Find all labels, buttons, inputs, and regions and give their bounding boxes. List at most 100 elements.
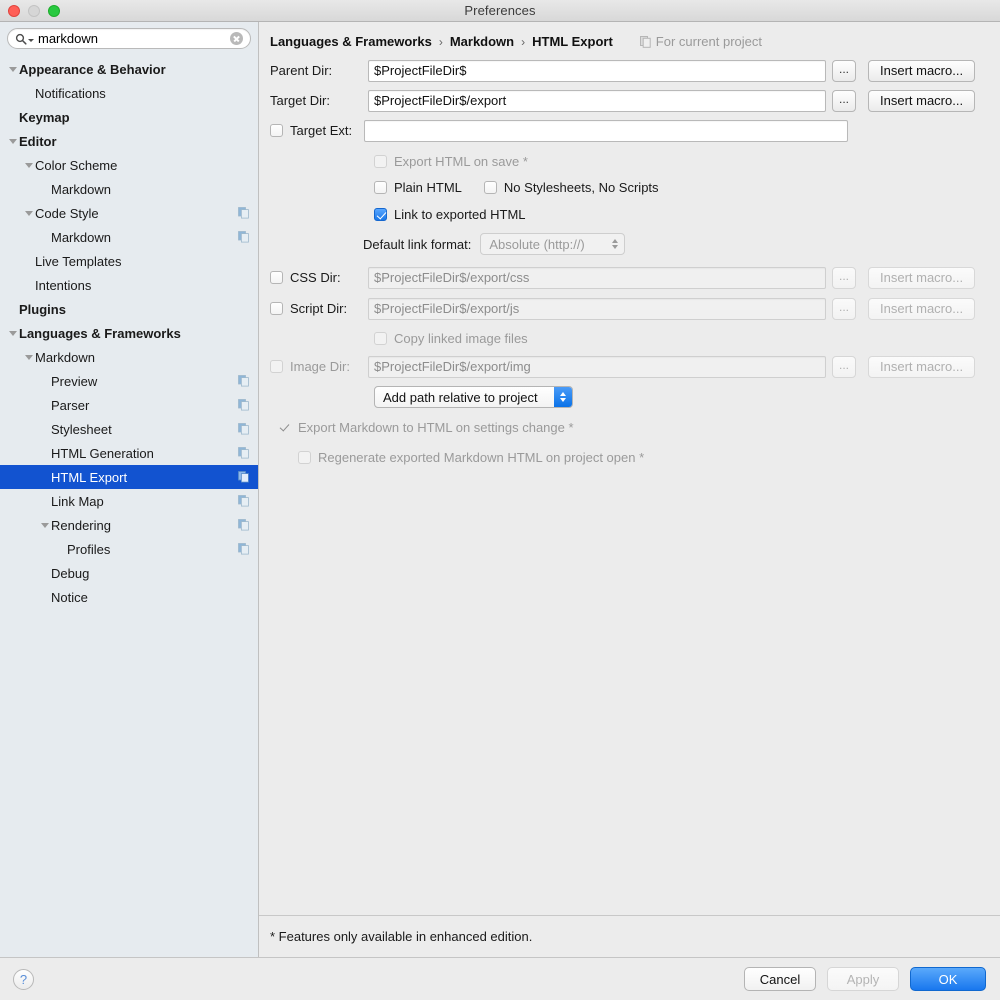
script-dir-input[interactable] — [368, 297, 826, 320]
titlebar: Preferences — [0, 0, 1000, 22]
cancel-button[interactable]: Cancel — [744, 967, 816, 991]
plain-html-checkbox[interactable] — [374, 181, 387, 194]
search-icon — [15, 33, 34, 45]
stepper-icon[interactable] — [554, 387, 572, 407]
project-badge-icon — [238, 519, 249, 531]
target-ext-input[interactable] — [364, 119, 848, 142]
sidebar-item-html-generation[interactable]: HTML Generation — [0, 441, 258, 465]
breadcrumb-item-languages[interactable]: Languages & Frameworks — [270, 34, 432, 49]
chevron-down-icon[interactable] — [6, 66, 19, 72]
css-dir-input[interactable] — [368, 266, 826, 289]
sidebar-item-intentions[interactable]: Intentions — [0, 273, 258, 297]
sidebar-item-link-map[interactable]: Link Map — [0, 489, 258, 513]
sidebar-item-stylesheet[interactable]: Stylesheet — [0, 417, 258, 441]
settings-sidebar: Appearance & Behavior Notifications Keymap… — [0, 22, 259, 957]
default-link-format-label: Default link format: — [363, 236, 472, 252]
sidebar-item-label: Appearance & Behavior — [19, 61, 166, 77]
project-badge-icon — [639, 35, 651, 48]
css-dir-row: CSS Dir: ... Insert macro... — [270, 265, 1000, 290]
sidebar-item-appearance-behavior[interactable]: Appearance & Behavior — [0, 57, 258, 81]
target-dir-insert-macro-button[interactable]: Insert macro... — [868, 89, 976, 112]
chevron-down-icon[interactable] — [6, 330, 19, 336]
script-dir-browse-button: ... — [832, 297, 856, 320]
sidebar-item-rendering[interactable]: Rendering — [0, 513, 258, 537]
sidebar-item-plugins[interactable]: Plugins — [0, 297, 258, 321]
window-controls — [8, 5, 60, 17]
sidebar-item-markdown[interactable]: Markdown — [0, 177, 258, 201]
sidebar-item-live-templates[interactable]: Live Templates — [0, 249, 258, 273]
footnote-area: * Features only available in enhanced ed… — [259, 915, 1000, 957]
preferences-window: Preferences Appearance & Behavi — [0, 0, 1000, 1000]
sidebar-item-notice[interactable]: Notice — [0, 585, 258, 609]
script-dir-checkbox[interactable] — [270, 302, 283, 315]
sidebar-item-keymap[interactable]: Keymap — [0, 105, 258, 129]
settings-pane: Languages & Frameworks › Markdown › HTML… — [259, 22, 1000, 957]
zoom-button[interactable] — [48, 5, 60, 17]
project-badge-icon — [238, 375, 249, 387]
sidebar-item-editor[interactable]: Editor — [0, 129, 258, 153]
export-on-settings-change-label: Export Markdown to HTML on settings chan… — [298, 419, 574, 435]
regenerate-on-project-open-checkbox — [298, 450, 311, 464]
breadcrumb-item-html-export: HTML Export — [532, 34, 613, 49]
chevron-down-icon[interactable] — [38, 522, 51, 528]
image-dir-input[interactable] — [368, 355, 826, 378]
chevron-down-icon[interactable] — [22, 354, 35, 360]
project-badge-icon — [238, 495, 249, 507]
parent-dir-browse-button[interactable]: ... — [832, 59, 856, 82]
no-stylesheets-no-scripts-checkbox[interactable] — [483, 181, 497, 194]
sidebar-item-color-scheme[interactable]: Color Scheme — [0, 153, 258, 177]
search-field[interactable] — [7, 28, 251, 49]
target-ext-checkbox[interactable] — [270, 124, 283, 137]
project-badge-icon — [238, 207, 249, 219]
sidebar-item-markdown[interactable]: Markdown — [0, 345, 258, 369]
sidebar-item-notifications[interactable]: Notifications — [0, 81, 258, 105]
css-dir-checkbox[interactable] — [270, 271, 283, 284]
chevron-down-icon[interactable] — [22, 210, 35, 216]
sidebar-item-label: Notice — [51, 589, 88, 605]
script-dir-insert-macro-button: Insert macro... — [868, 297, 976, 320]
chevron-down-icon[interactable] — [6, 138, 19, 144]
sidebar-item-debug[interactable]: Debug — [0, 561, 258, 585]
sidebar-item-code-style[interactable]: Code Style — [0, 201, 258, 225]
stepper-icon — [606, 234, 624, 254]
breadcrumb-item-markdown[interactable]: Markdown — [450, 34, 514, 49]
breadcrumb: Languages & Frameworks › Markdown › HTML… — [259, 22, 1000, 49]
close-button[interactable] — [8, 5, 20, 17]
link-to-exported-html-checkbox[interactable] — [374, 208, 387, 221]
scope-label: For current project — [655, 34, 762, 49]
parent-dir-insert-macro-button[interactable]: Insert macro... — [868, 59, 976, 82]
target-dir-browse-button[interactable]: ... — [832, 89, 856, 112]
sidebar-item-languages-frameworks[interactable]: Languages & Frameworks — [0, 321, 258, 345]
project-badge-icon — [238, 447, 249, 459]
ok-button[interactable]: OK — [910, 967, 986, 991]
sidebar-item-label: Profiles — [67, 541, 111, 557]
css-dir-insert-macro-button: Insert macro... — [868, 266, 976, 289]
search-input[interactable] — [34, 30, 230, 47]
project-badge-icon — [238, 399, 249, 411]
sidebar-item-label: Rendering — [51, 517, 111, 533]
settings-tree[interactable]: Appearance & Behavior Notifications Keymap… — [0, 54, 258, 957]
sidebar-item-markdown[interactable]: Markdown — [0, 225, 258, 249]
project-badge-icon — [238, 543, 249, 555]
help-button[interactable]: ? — [13, 968, 34, 990]
parent-dir-input[interactable] — [368, 59, 826, 82]
clear-icon[interactable] — [230, 32, 243, 45]
target-dir-row: Target Dir: ... Insert macro... — [270, 88, 1000, 113]
sidebar-item-label: Editor — [19, 133, 57, 149]
path-mode-select[interactable]: Add path relative to project — [374, 386, 573, 408]
sidebar-item-profiles[interactable]: Profiles — [0, 537, 258, 561]
path-mode-value: Add path relative to project — [383, 389, 538, 405]
link-to-exported-row: Link to exported HTML — [374, 201, 1000, 228]
sidebar-item-label: Live Templates — [35, 253, 122, 269]
window-title: Preferences — [464, 3, 536, 18]
sidebar-item-parser[interactable]: Parser — [0, 393, 258, 417]
target-dir-label: Target Dir: — [270, 93, 330, 108]
sidebar-item-label: Plugins — [19, 301, 66, 317]
target-dir-input[interactable] — [368, 89, 826, 112]
sidebar-item-preview[interactable]: Preview — [0, 369, 258, 393]
chevron-down-icon[interactable] — [22, 162, 35, 168]
target-ext-label: Target Ext: — [290, 123, 353, 138]
sidebar-item-html-export[interactable]: HTML Export — [0, 465, 258, 489]
scope-indicator: For current project — [639, 34, 762, 49]
sidebar-item-label: Stylesheet — [51, 421, 112, 437]
